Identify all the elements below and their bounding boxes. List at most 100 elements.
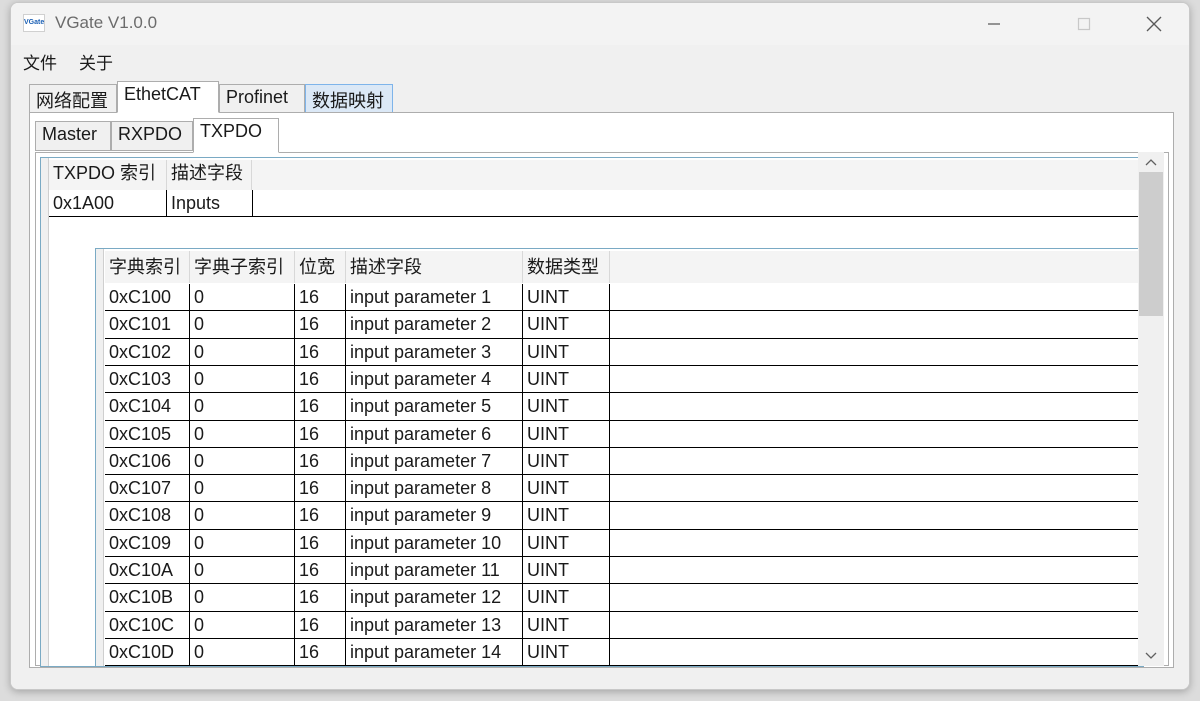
entry-header-desc[interactable]: 描述字段 xyxy=(346,251,523,283)
entry-cell-dict-index[interactable]: 0xC107 xyxy=(105,475,190,502)
entry-cell-dict-subindex[interactable]: 0 xyxy=(190,475,295,502)
entry-cell-desc[interactable]: input parameter 10 xyxy=(346,530,523,557)
entry-cell-data-type[interactable]: UINT xyxy=(523,584,610,611)
entry-cell-dict-index[interactable]: 0xC106 xyxy=(105,448,190,475)
scroll-down-button[interactable] xyxy=(1138,646,1164,666)
entry-cell-data-type[interactable]: UINT xyxy=(523,311,610,338)
pdo-header-desc[interactable]: 描述字段 xyxy=(167,160,252,190)
entry-cell-desc[interactable]: input parameter 13 xyxy=(346,612,523,639)
entry-cell-dict-subindex[interactable]: 0 xyxy=(190,366,295,393)
entry-cell-bit-width[interactable]: 16 xyxy=(295,421,346,448)
scroll-up-button[interactable] xyxy=(1138,152,1164,172)
pdo-row-index[interactable]: 0x1A00 xyxy=(49,190,167,217)
entry-cell-dict-subindex[interactable]: 0 xyxy=(190,557,295,584)
entry-cell-bit-width[interactable]: 16 xyxy=(295,366,346,393)
entry-cell-bit-width[interactable]: 16 xyxy=(295,339,346,366)
scrollbar-thumb[interactable] xyxy=(1139,172,1163,316)
menu-file[interactable]: 文件 xyxy=(19,49,61,74)
vertical-scrollbar[interactable] xyxy=(1138,152,1164,666)
entry-cell-desc[interactable]: input parameter 8 xyxy=(346,475,523,502)
tab-rxpdo[interactable]: RXPDO xyxy=(111,121,193,151)
tab-txpdo[interactable]: TXPDO xyxy=(193,118,279,153)
entry-cell-dict-subindex[interactable]: 0 xyxy=(190,612,295,639)
entry-cell-bit-width[interactable]: 16 xyxy=(295,284,346,311)
entry-cell-dict-index[interactable]: 0xC104 xyxy=(105,393,190,420)
entry-cell-data-type[interactable]: UINT xyxy=(523,475,610,502)
tab-master[interactable]: Master xyxy=(35,121,111,151)
entry-cell-data-type[interactable]: UINT xyxy=(523,366,610,393)
entry-cell-dict-index[interactable]: 0xC105 xyxy=(105,421,190,448)
entry-cell-desc[interactable]: input parameter 6 xyxy=(346,421,523,448)
entry-cell-dict-subindex[interactable]: 0 xyxy=(190,393,295,420)
entry-cell-data-type[interactable]: UINT xyxy=(523,557,610,584)
entry-cell-data-type[interactable]: UINT xyxy=(523,284,610,311)
menu-about[interactable]: 关于 xyxy=(75,49,117,74)
entry-cell-dict-index[interactable]: 0xC103 xyxy=(105,366,190,393)
entry-cell-dict-index[interactable]: 0xC108 xyxy=(105,502,190,529)
entry-cell-desc[interactable]: input parameter 11 xyxy=(346,557,523,584)
entry-cell-desc[interactable]: input parameter 14 xyxy=(346,639,523,666)
entry-col-divider xyxy=(522,284,523,666)
entry-cell-bit-width[interactable]: 16 xyxy=(295,557,346,584)
entry-cell-dict-subindex[interactable]: 0 xyxy=(190,284,295,311)
entry-cell-desc[interactable]: input parameter 12 xyxy=(346,584,523,611)
entry-cell-dict-index[interactable]: 0xC101 xyxy=(105,311,190,338)
close-button[interactable] xyxy=(1131,3,1177,45)
entry-cell-bit-width[interactable]: 16 xyxy=(295,475,346,502)
pdo-header-index[interactable]: TXPDO 索引 xyxy=(49,160,167,190)
entry-cell-dict-index[interactable]: 0xC100 xyxy=(105,284,190,311)
entry-cell-dict-subindex[interactable]: 0 xyxy=(190,421,295,448)
entry-cell-bit-width[interactable]: 16 xyxy=(295,612,346,639)
entry-cell-data-type[interactable]: UINT xyxy=(523,421,610,448)
entry-cell-dict-subindex[interactable]: 0 xyxy=(190,339,295,366)
entry-cell-dict-index[interactable]: 0xC10C xyxy=(105,612,190,639)
entry-cell-bit-width[interactable]: 16 xyxy=(295,530,346,557)
entry-cell-bit-width[interactable]: 16 xyxy=(295,311,346,338)
entry-cell-desc[interactable]: input parameter 1 xyxy=(346,284,523,311)
entry-cell-bit-width[interactable]: 16 xyxy=(295,502,346,529)
entry-cell-dict-index[interactable]: 0xC10A xyxy=(105,557,190,584)
entry-cell-dict-subindex[interactable]: 0 xyxy=(190,584,295,611)
entry-row-border xyxy=(105,665,1143,666)
entry-cell-dict-subindex[interactable]: 0 xyxy=(190,530,295,557)
row-header-strip xyxy=(41,158,49,666)
tab-profinet[interactable]: Profinet xyxy=(219,84,305,114)
entry-cell-dict-subindex[interactable]: 0 xyxy=(190,311,295,338)
entry-header-dict-subindex[interactable]: 字典子索引 xyxy=(190,251,295,283)
entry-cell-data-type[interactable]: UINT xyxy=(523,530,610,557)
entry-cell-dict-subindex[interactable]: 0 xyxy=(190,448,295,475)
entry-cell-dict-index[interactable]: 0xC10B xyxy=(105,584,190,611)
content-area: 网络配置 EthetCAT Profinet 数据映射 Master RXPDO… xyxy=(11,75,1189,689)
maximize-button[interactable] xyxy=(1061,3,1107,45)
entry-cell-data-type[interactable]: UINT xyxy=(523,639,610,666)
entry-header-data-type[interactable]: 数据类型 xyxy=(523,251,610,283)
entry-cell-desc[interactable]: input parameter 4 xyxy=(346,366,523,393)
entry-cell-bit-width[interactable]: 16 xyxy=(295,584,346,611)
tab-network-config[interactable]: 网络配置 xyxy=(29,84,117,114)
entry-cell-bit-width[interactable]: 16 xyxy=(295,448,346,475)
entry-cell-data-type[interactable]: UINT xyxy=(523,448,610,475)
entry-cell-dict-index[interactable]: 0xC102 xyxy=(105,339,190,366)
minimize-button[interactable] xyxy=(971,3,1017,45)
entry-cell-desc[interactable]: input parameter 2 xyxy=(346,311,523,338)
tab-ethetcat[interactable]: EthetCAT xyxy=(117,81,219,113)
entry-cell-data-type[interactable]: UINT xyxy=(523,393,610,420)
pdo-row-desc[interactable]: Inputs xyxy=(167,190,252,217)
entry-cell-bit-width[interactable]: 16 xyxy=(295,393,346,420)
entry-cell-data-type[interactable]: UINT xyxy=(523,612,610,639)
entry-cell-dict-index[interactable]: 0xC109 xyxy=(105,530,190,557)
entry-cell-dict-index[interactable]: 0xC10D xyxy=(105,639,190,666)
entry-cell-desc[interactable]: input parameter 3 xyxy=(346,339,523,366)
entry-header-dict-index[interactable]: 字典索引 xyxy=(105,251,190,283)
pdo-row-border xyxy=(49,216,1143,217)
entry-header-bit-width[interactable]: 位宽 xyxy=(295,251,346,283)
entry-cell-data-type[interactable]: UINT xyxy=(523,502,610,529)
entry-cell-data-type[interactable]: UINT xyxy=(523,339,610,366)
tab-data-mapping[interactable]: 数据映射 xyxy=(305,84,393,114)
entry-cell-dict-subindex[interactable]: 0 xyxy=(190,502,295,529)
entry-cell-desc[interactable]: input parameter 7 xyxy=(346,448,523,475)
entry-cell-desc[interactable]: input parameter 5 xyxy=(346,393,523,420)
entry-cell-dict-subindex[interactable]: 0 xyxy=(190,639,295,666)
entry-cell-bit-width[interactable]: 16 xyxy=(295,639,346,666)
entry-cell-desc[interactable]: input parameter 9 xyxy=(346,502,523,529)
